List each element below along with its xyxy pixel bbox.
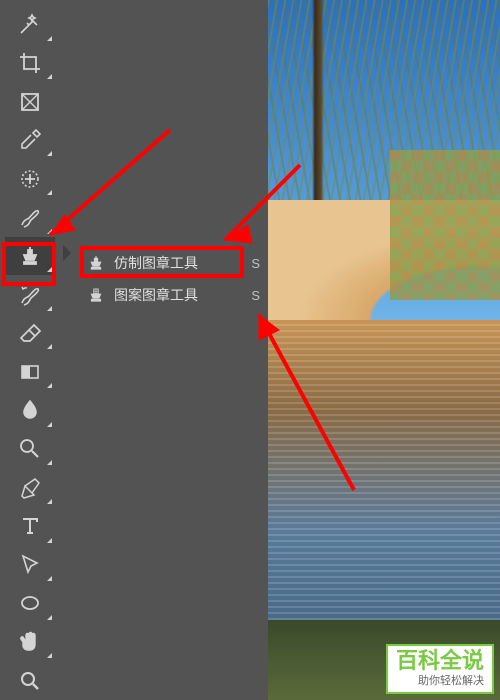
blur-tool[interactable] xyxy=(5,391,55,430)
pattern-stamp-menu-item[interactable]: 图案图章工具 S xyxy=(78,279,268,311)
watermark-sub: 助你轻松解决 xyxy=(418,672,484,688)
pattern-stamp-icon xyxy=(86,285,106,305)
hand-tool[interactable] xyxy=(5,623,55,662)
photo-background xyxy=(268,0,500,700)
eyedropper-tool[interactable] xyxy=(5,121,55,160)
crop-tool[interactable] xyxy=(5,44,55,83)
stamp-tool-flyout: 仿制图章工具 S 图案图章工具 S xyxy=(78,247,268,311)
magic-wand-tool[interactable] xyxy=(5,5,55,44)
document-canvas[interactable] xyxy=(268,0,500,700)
healing-brush-tool[interactable] xyxy=(5,159,55,198)
brush-tool[interactable] xyxy=(5,198,55,237)
pattern-stamp-shortcut: S xyxy=(251,288,260,303)
clone-stamp-menu-item[interactable]: 仿制图章工具 S xyxy=(78,247,268,279)
zoom-tool[interactable] xyxy=(5,661,55,700)
gradient-tool[interactable] xyxy=(5,352,55,391)
path-selection-tool[interactable] xyxy=(5,546,55,585)
history-brush-tool[interactable] xyxy=(5,275,55,314)
pattern-stamp-label: 图案图章工具 xyxy=(114,285,251,305)
clone-stamp-label: 仿制图章工具 xyxy=(114,253,251,273)
type-tool[interactable] xyxy=(5,507,55,546)
eraser-tool[interactable] xyxy=(5,314,55,353)
clone-stamp-shortcut: S xyxy=(251,256,260,271)
clone-stamp-tool[interactable] xyxy=(5,237,55,276)
ellipse-tool[interactable] xyxy=(5,584,55,623)
frame-tool[interactable] xyxy=(5,82,55,121)
watermark-badge: 百科全说 助你轻松解决 xyxy=(386,644,494,694)
flyout-pointer xyxy=(63,245,71,261)
pen-tool[interactable] xyxy=(5,468,55,507)
dodge-tool[interactable] xyxy=(5,430,55,469)
photo-pixelated-region xyxy=(390,150,500,300)
tools-panel xyxy=(0,0,60,700)
photo-water xyxy=(268,320,500,620)
watermark-main: 百科全说 xyxy=(396,650,484,672)
clone-stamp-icon xyxy=(86,253,106,273)
